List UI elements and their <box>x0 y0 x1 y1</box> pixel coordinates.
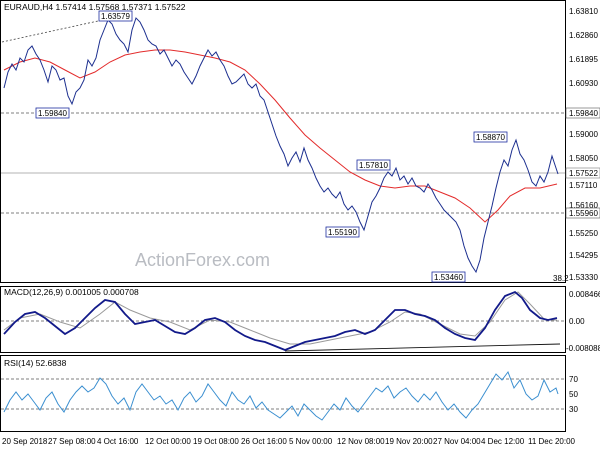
x-tick: 20 Sep 2018 <box>2 437 48 446</box>
x-tick: 19 Oct 08:00 <box>193 437 239 446</box>
y-tick: 70 <box>569 375 578 384</box>
label-high-158870: 1.58870 <box>473 131 508 143</box>
price-bars-line <box>3 17 559 274</box>
forex-chart-window: ActionForex.com EURAUD,H4 1.57414 1.5756… <box>0 0 600 450</box>
svg-text:1.58870: 1.58870 <box>476 133 505 142</box>
y-tick: 1.62860 <box>569 31 598 40</box>
y-tick: 1.63810 <box>569 7 598 16</box>
x-tick: 5 Nov 00:00 <box>289 437 333 446</box>
watermark: ActionForex.com <box>135 250 270 270</box>
svg-text:1.59840: 1.59840 <box>569 109 598 118</box>
macd-signal-line <box>3 291 557 345</box>
main-y-axis: 1.63810 1.62860 1.61895 1.60930 1.59840 … <box>565 7 600 282</box>
y-tick: 1.54295 <box>569 251 598 260</box>
rsi-y-axis: 70 50 30 <box>569 375 578 414</box>
label-159840: 1.59840 <box>35 107 70 119</box>
x-axis: 20 Sep 2018 27 Sep 08:00 4 Oct 16:00 12 … <box>2 437 576 446</box>
x-tick: 19 Nov 20:00 <box>385 437 433 446</box>
svg-text:1.57522: 1.57522 <box>569 169 598 178</box>
svg-text:1.55960: 1.55960 <box>569 209 598 218</box>
label-low-153460: 1.53460 <box>431 271 466 283</box>
label-157810: 1.57810 <box>356 159 391 171</box>
label-155190: 1.55190 <box>325 226 360 238</box>
x-tick: 27 Sep 08:00 <box>48 437 96 446</box>
svg-text:1.63579: 1.63579 <box>101 12 130 21</box>
y-tick: 1.60930 <box>569 79 598 88</box>
x-tick: 11 Dec 20:00 <box>528 437 576 446</box>
x-tick: 12 Nov 08:00 <box>337 437 385 446</box>
y-tick: 30 <box>569 405 578 414</box>
y-tick: 0.008466 <box>569 290 600 299</box>
main-chart-title: EURAUD,H4 1.57414 1.57568 1.57371 1.5752… <box>4 2 186 12</box>
y-tick: 1.53330 <box>569 273 598 282</box>
x-tick: 12 Oct 00:00 <box>145 437 191 446</box>
rsi-panel-frame <box>0 355 566 432</box>
level-tag-155960: 1.55960 <box>565 207 600 219</box>
macd-y-axis: 0.008466 0.00 -0.008088 <box>566 290 600 353</box>
fib-corner-value: 38.2 <box>553 274 569 283</box>
x-tick: 4 Oct 16:00 <box>97 437 139 446</box>
x-tick: 26 Oct 16:00 <box>241 437 287 446</box>
chart-canvas: ActionForex.com EURAUD,H4 1.57414 1.5756… <box>0 0 600 446</box>
svg-text:1.59840: 1.59840 <box>38 109 67 118</box>
y-tick: 1.57110 <box>569 181 598 190</box>
x-tick: 27 Nov 04:00 <box>433 437 481 446</box>
y-tick: 1.55250 <box>569 229 598 238</box>
y-tick: 50 <box>569 390 578 399</box>
x-tick: 4 Dec 12:00 <box>481 437 525 446</box>
svg-text:1.53460: 1.53460 <box>434 273 463 282</box>
y-tick: -0.008088 <box>566 344 600 353</box>
label-high-163579: 1.63579 <box>98 10 133 22</box>
svg-text:1.57810: 1.57810 <box>359 161 388 170</box>
y-tick: 1.58050 <box>569 154 598 163</box>
macd-title: MACD(12,26,9) 0.001005 0.000708 <box>4 287 139 297</box>
y-tick: 1.61895 <box>569 55 598 64</box>
y-tick: 0.00 <box>569 317 585 326</box>
level-tag-159840: 1.59840 <box>565 107 600 119</box>
current-price-tag: 1.57522 <box>565 167 600 179</box>
y-tick: 1.59000 <box>569 130 598 139</box>
macd-trendline <box>284 343 561 352</box>
rsi-title: RSI(14) 52.6838 <box>4 358 67 368</box>
svg-text:1.55190: 1.55190 <box>328 228 357 237</box>
